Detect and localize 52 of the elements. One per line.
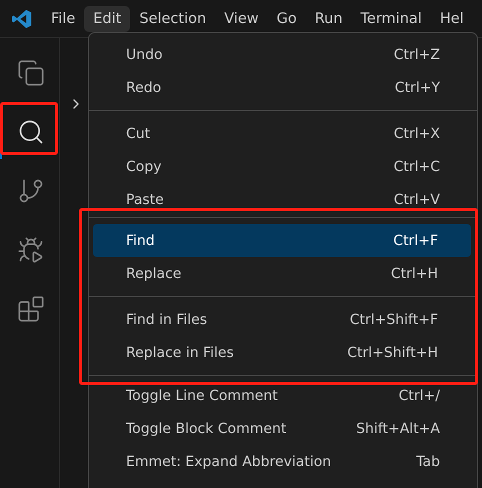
- menu-item[interactable]: Emmet: Expand Abbreviation Tab: [93, 445, 473, 478]
- shortcut-label: Ctrl+/: [398, 388, 440, 404]
- menu-bar-item[interactable]: Hel: [430, 6, 473, 32]
- menu-bar-item[interactable]: Run: [306, 6, 352, 32]
- menu-item[interactable]: Toggle Line Comment Ctrl+/: [93, 379, 473, 412]
- shortcut-label: Ctrl+Y: [394, 80, 440, 96]
- menu-item-label: Cut: [126, 126, 150, 142]
- menu-item-label: Redo: [126, 80, 162, 96]
- branch-icon: [16, 177, 44, 205]
- shortcut-label: Ctrl+Shift+H: [347, 344, 438, 360]
- shortcut-label: Ctrl+F: [393, 232, 438, 248]
- menu-item[interactable]: Find in Files Ctrl+Shift+F: [93, 303, 471, 336]
- search-icon: [16, 118, 44, 146]
- menu-item-label: Emmet: Expand Abbreviation: [126, 454, 332, 470]
- shortcut-label: Ctrl+V: [394, 192, 440, 208]
- shortcut-label: Ctrl+C: [394, 158, 440, 174]
- menu-item[interactable]: Redo Ctrl+Y: [93, 71, 473, 104]
- menu-item-label: Toggle Block Comment: [126, 420, 286, 436]
- bug-play-icon: [16, 236, 44, 264]
- menu-bar-item[interactable]: Go: [268, 6, 306, 32]
- menu-item[interactable]: Cut Ctrl+X: [93, 117, 473, 150]
- shortcut-label: Ctrl+X: [394, 126, 440, 142]
- menu-item[interactable]: Paste Ctrl+V: [93, 183, 473, 216]
- menu-item[interactable]: Toggle Block Comment Shift+Alt+A: [93, 412, 473, 445]
- shortcut-label: Tab: [416, 454, 440, 470]
- menu-bar-item[interactable]: File: [42, 6, 84, 32]
- menu-bar-item[interactable]: View: [215, 6, 268, 32]
- shortcut-label: Ctrl+Shift+F: [350, 312, 438, 328]
- shortcut-label: Shift+Alt+A: [356, 420, 440, 436]
- menu-item-label: Copy: [126, 158, 162, 174]
- activity-bar-item[interactable]: [0, 105, 59, 159]
- menu-bar-item[interactable]: Terminal: [352, 6, 431, 32]
- menu-bar-item[interactable]: Edit: [84, 6, 130, 32]
- blocks-icon: [16, 295, 44, 323]
- menu-item[interactable]: Undo Ctrl+Z: [93, 38, 473, 71]
- menu-item-label: Find in Files: [126, 312, 208, 328]
- shortcut-label: Ctrl+Z: [394, 46, 440, 62]
- menu-item-label: Paste: [126, 192, 164, 208]
- menu-item[interactable]: Replace in Files Ctrl+Shift+H: [93, 336, 471, 369]
- menu-item-label: Replace in Files: [126, 344, 234, 360]
- menu-item-label: Find: [126, 232, 155, 248]
- menu-item-label: Replace: [126, 266, 182, 282]
- shortcut-label: Ctrl+H: [390, 266, 438, 282]
- menu-bar-item[interactable]: Selection: [130, 6, 216, 32]
- logo-icon: [12, 8, 32, 28]
- highlight-frame: [0, 102, 58, 155]
- menu-item[interactable]: Find Ctrl+F: [93, 224, 471, 257]
- files-icon: [16, 59, 44, 87]
- menu-item[interactable]: Replace Ctrl+H: [93, 257, 471, 290]
- menu-item-label: Toggle Line Comment: [126, 388, 278, 404]
- menu-item[interactable]: Copy Ctrl+C: [93, 150, 473, 183]
- menu-item-label: Undo: [126, 46, 163, 62]
